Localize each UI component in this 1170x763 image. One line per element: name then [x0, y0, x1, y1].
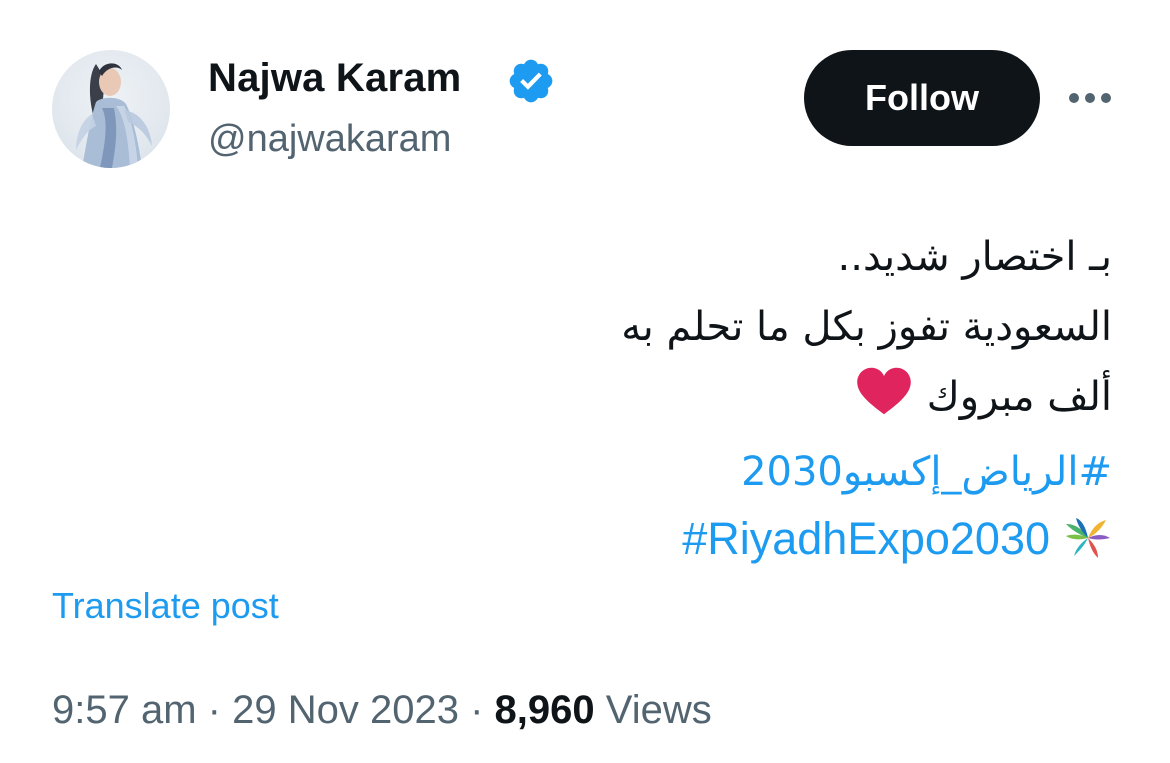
verified-badge-icon [506, 56, 556, 106]
views-count: 8,960 [494, 688, 595, 732]
user-handle[interactable]: @najwakaram [208, 116, 451, 162]
tweet-detail: Najwa Karam @najwakaram Follow بـ اختصار… [0, 0, 1170, 763]
tweet-text: بـ اختصار شديد.. السعودية تفوز بكل ما تح… [212, 222, 1112, 576]
tweet-time[interactable]: 9:57 am [52, 688, 197, 732]
display-name[interactable]: Najwa Karam [208, 54, 461, 102]
views-label: Views [605, 688, 712, 732]
riyadh-expo-palm-icon [1064, 510, 1112, 576]
hashtag-arabic[interactable]: #الرياض_إكسبو2030 [212, 438, 1112, 506]
tweet-line-3: ألف مبروك [212, 362, 1112, 438]
tweet-date[interactable]: 29 Nov 2023 [232, 688, 459, 732]
more-horizontal-icon [1069, 93, 1111, 103]
red-heart-icon [855, 366, 913, 438]
profile-photo-icon [76, 63, 152, 168]
hashtag-english-row: #RiyadhExpo2030 [212, 506, 1112, 576]
more-options-button[interactable] [1066, 82, 1114, 114]
avatar[interactable] [52, 50, 170, 168]
follow-button[interactable]: Follow [804, 50, 1040, 146]
tweet-line-1: بـ اختصار شديد.. [837, 234, 1112, 280]
meta-separator: · [470, 688, 484, 732]
tweet-line-2: السعودية تفوز بكل ما تحلم به [621, 304, 1112, 350]
meta-separator: · [207, 688, 221, 732]
translate-post-link[interactable]: Translate post [52, 584, 279, 628]
tweet-meta: 9:57 am · 29 Nov 2023 · 8,960 Views [52, 686, 712, 734]
hashtag-english[interactable]: #RiyadhExpo2030 [682, 513, 1050, 564]
tweet-line-3-text: ألف مبروك [926, 374, 1112, 420]
